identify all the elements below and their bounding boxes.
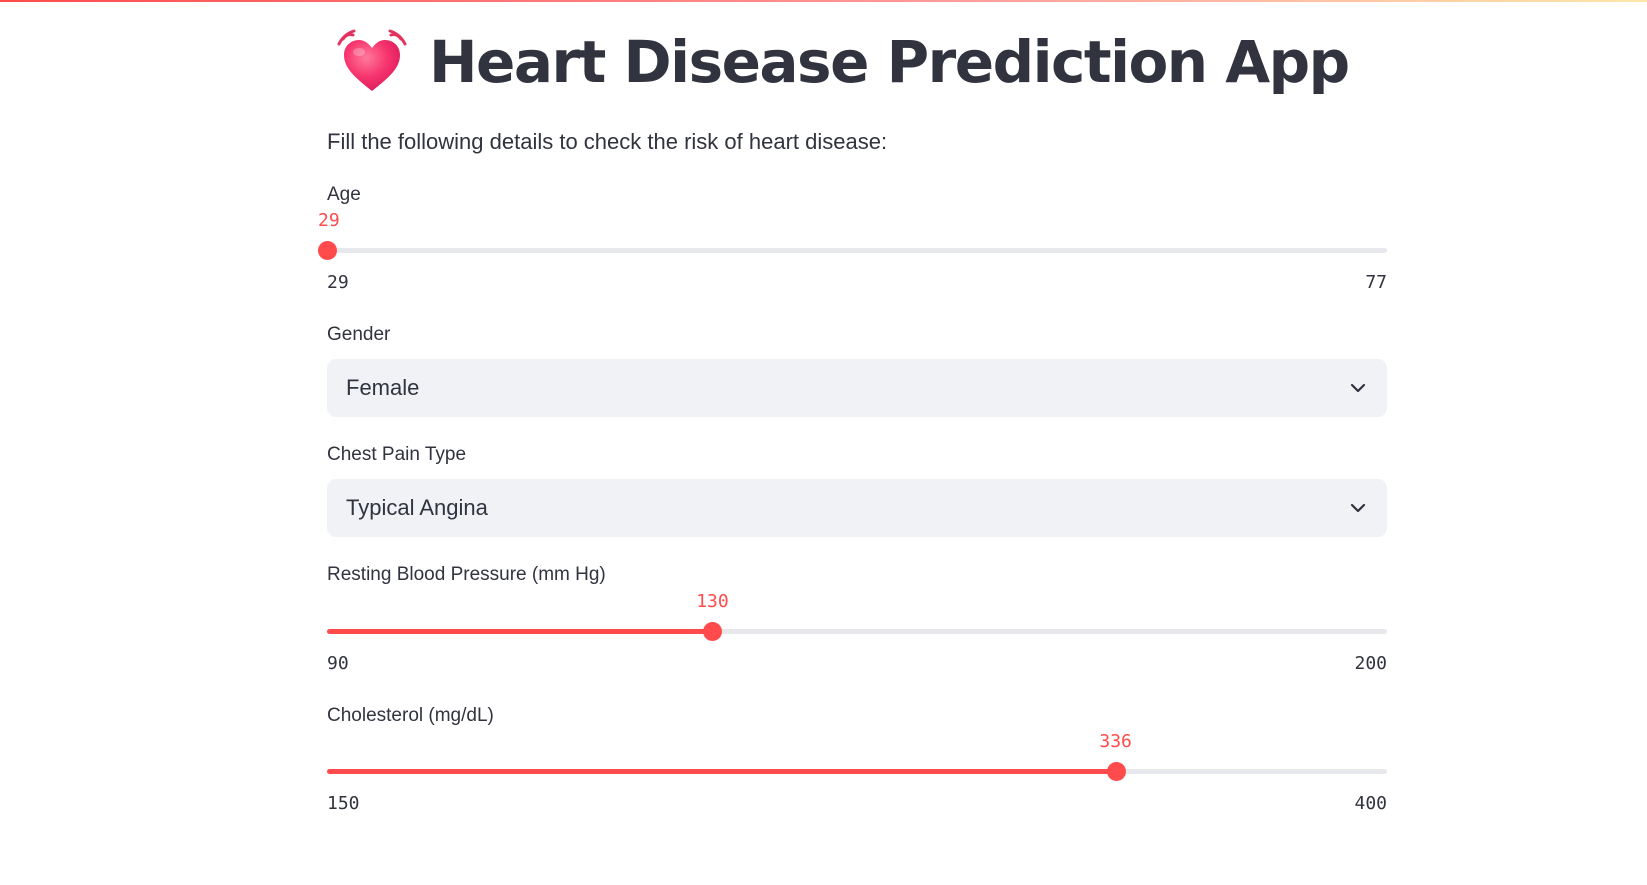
- gender-select[interactable]: Female: [327, 359, 1387, 417]
- slider-max-label: 400: [1354, 793, 1387, 814]
- chest-pain-select[interactable]: Typical Angina: [327, 479, 1387, 537]
- chest-pain-selected-value: Typical Angina: [346, 495, 488, 520]
- chest-pain-label: Chest Pain Type: [327, 444, 467, 465]
- cholesterol-slider[interactable]: 336 150 400: [327, 731, 1387, 814]
- slider-min-label: 150: [327, 793, 360, 814]
- slider-fill: [327, 629, 713, 634]
- slider-current-value: 336: [1099, 731, 1132, 752]
- chevron-down-icon: [1350, 383, 1366, 393]
- slider-max-label: 77: [1365, 272, 1387, 293]
- slider-fill: [327, 769, 1116, 774]
- slider-thumb[interactable]: [703, 622, 723, 641]
- slider-current-value: 29: [318, 210, 340, 231]
- header-decoration-bar: [0, 0, 1647, 2]
- page-title: Heart Disease Prediction App: [429, 28, 1350, 96]
- slider-min-label: 90: [327, 653, 349, 674]
- resting-bp-slider[interactable]: 130 90 200: [327, 591, 1387, 674]
- slider-min-label: 29: [327, 272, 349, 293]
- slider-current-value: 130: [696, 591, 729, 612]
- slider-max-label: 200: [1354, 653, 1387, 674]
- slider-track[interactable]: [327, 248, 1387, 253]
- chevron-down-icon: [1350, 503, 1366, 513]
- page-subtitle: Fill the following details to check the …: [327, 129, 888, 154]
- age-slider[interactable]: 29 29 77: [318, 210, 1387, 293]
- resting-bp-label: Resting Blood Pressure (mm Hg): [327, 564, 606, 585]
- beating-heart-icon: [337, 27, 407, 97]
- slider-thumb[interactable]: [318, 241, 337, 260]
- cholesterol-label: Cholesterol (mg/dL): [327, 705, 494, 726]
- page-header: Heart Disease Prediction App: [337, 22, 1350, 102]
- age-label: Age: [327, 184, 361, 205]
- slider-thumb[interactable]: [1106, 762, 1126, 781]
- gender-label: Gender: [327, 324, 391, 345]
- gender-selected-value: Female: [346, 375, 420, 400]
